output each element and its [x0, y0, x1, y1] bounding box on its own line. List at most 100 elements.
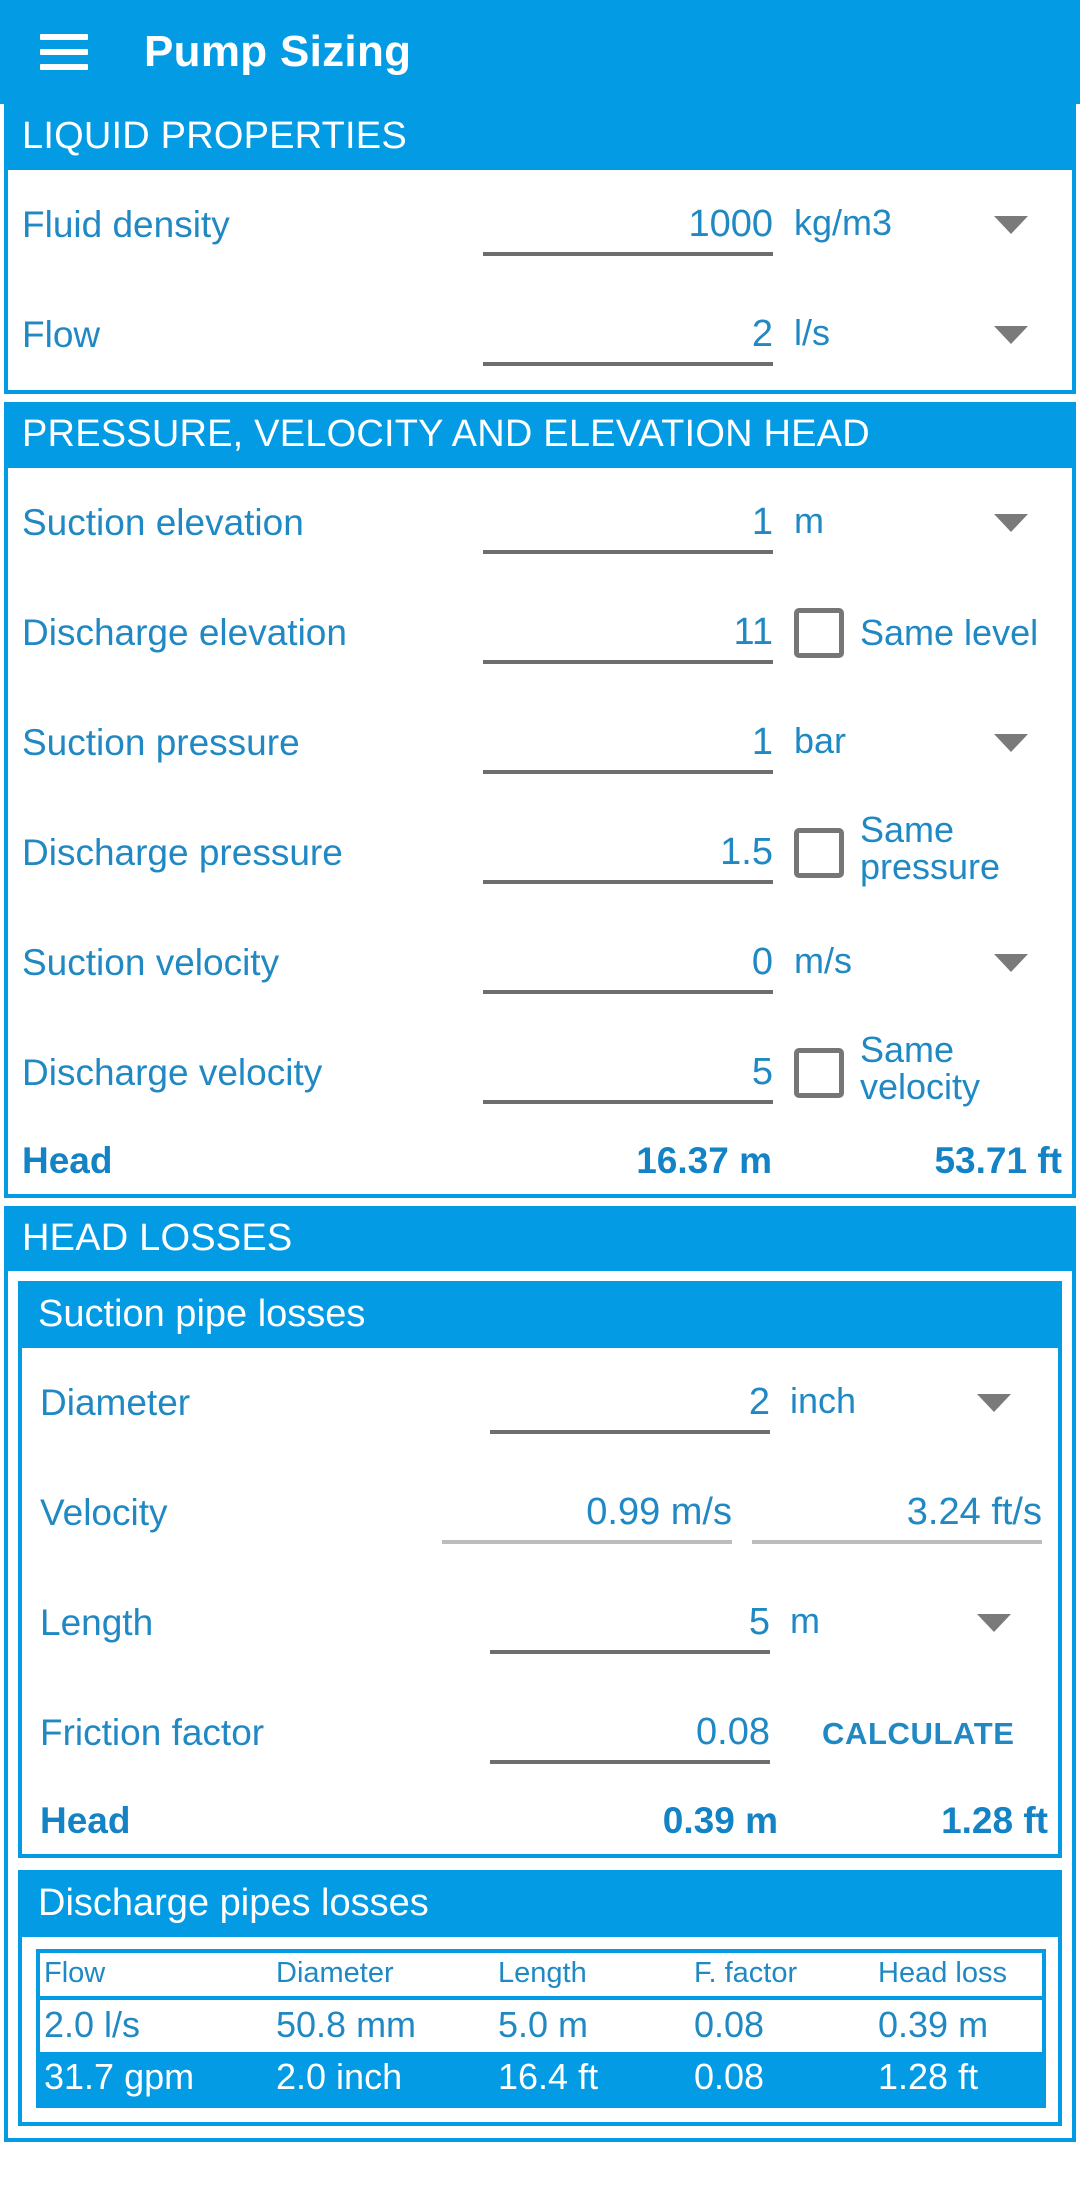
- table-row[interactable]: 2.0 l/s 50.8 mm 5.0 m 0.08 0.39 m: [40, 1998, 1042, 2052]
- row-suction-pressure: Suction pressure 1 bar: [8, 688, 1072, 798]
- row-suction-friction-factor: Friction factor 0.08 CALCULATE: [22, 1678, 1058, 1788]
- discharge-velocity-field[interactable]: 5: [483, 1018, 773, 1128]
- head-label: Head: [22, 1139, 113, 1181]
- pressure-velocity-elevation-card: PRESSURE, VELOCITY AND ELEVATION HEAD Su…: [4, 401, 1076, 1198]
- input-underline: [483, 769, 773, 774]
- row-discharge-pressure: Discharge pressure 1.5 Same pressure: [8, 798, 1072, 908]
- same-pressure-label: Same pressure: [860, 809, 1001, 887]
- suction-elevation-field[interactable]: 1: [483, 468, 773, 578]
- diameter-value[interactable]: 2: [749, 1381, 770, 1424]
- flow-value[interactable]: 2: [752, 313, 773, 356]
- suction-elevation-label: Suction elevation: [22, 501, 304, 543]
- discharge-pressure-field[interactable]: 1.5: [483, 798, 773, 908]
- table-header-row: Flow Diameter Length F. factor Head loss: [40, 1953, 1042, 2001]
- discharge-velocity-value[interactable]: 5: [752, 1051, 773, 1094]
- suction-elevation-value[interactable]: 1: [752, 501, 773, 544]
- discharge-elevation-field[interactable]: 11: [483, 578, 773, 688]
- length-field[interactable]: 5: [490, 1568, 770, 1678]
- liquid-properties-header: LIQUID PROPERTIES: [8, 108, 1072, 170]
- row-discharge-velocity: Discharge velocity 5 Same velocity: [8, 1018, 1072, 1128]
- row-suction-elevation: Suction elevation 1 m: [8, 468, 1072, 578]
- hamburger-line: [40, 49, 88, 55]
- table-row[interactable]: 31.7 gpm 2.0 inch 16.4 ft 0.08 1.28 ft: [40, 2052, 1042, 2105]
- length-value[interactable]: 5: [749, 1601, 770, 1644]
- chevron-down-icon[interactable]: [994, 513, 1028, 532]
- input-underline: [490, 1430, 770, 1435]
- app-bar: Pump Sizing: [0, 0, 1080, 104]
- chevron-down-icon[interactable]: [977, 1394, 1011, 1413]
- calculate-button[interactable]: CALCULATE: [822, 1716, 1015, 1752]
- suction-pipe-losses-header: Suction pipe losses: [22, 1285, 1058, 1349]
- row-suction-diameter: Diameter 2 inch: [22, 1348, 1058, 1458]
- col-diameter: Diameter: [272, 1953, 494, 2001]
- diameter-label: Diameter: [40, 1382, 191, 1424]
- liquid-properties-card: LIQUID PROPERTIES Fluid density 1000 kg/…: [4, 104, 1076, 394]
- suction-velocity-field[interactable]: 0: [483, 908, 773, 1018]
- cell-head-loss: 1.28 ft: [874, 2052, 1042, 2105]
- liquid-properties-body: Fluid density 1000 kg/m3 Flow 2 l/s: [8, 169, 1072, 390]
- chevron-down-icon[interactable]: [994, 953, 1028, 972]
- cell-f-factor: 0.08: [690, 2052, 874, 2105]
- row-suction-velocity: Suction velocity 0 m/s: [8, 908, 1072, 1018]
- suction-pressure-field[interactable]: 1: [483, 688, 773, 798]
- discharge-pressure-value[interactable]: 1.5: [720, 831, 773, 874]
- input-underline: [483, 1099, 773, 1104]
- same-level-checkbox[interactable]: [794, 607, 844, 658]
- cell-head-loss: 0.39 m: [878, 2004, 989, 2046]
- velocity-metric-value: 0.99 m/s: [586, 1491, 732, 1534]
- input-underline: [483, 989, 773, 994]
- same-velocity-checkbox[interactable]: [794, 1047, 844, 1098]
- row-flow: Flow 2 l/s: [8, 280, 1072, 390]
- input-underline: [483, 549, 773, 554]
- discharge-losses-table: Flow Diameter Length F. factor Head loss…: [40, 1953, 1042, 2105]
- discharge-pressure-label: Discharge pressure: [22, 831, 343, 873]
- suction-head-imperial-value: 1.28 ft: [941, 1800, 1048, 1842]
- discharge-pipes-losses-card: Discharge pipes losses Flow Diameter Len…: [18, 1870, 1062, 2127]
- suction-pressure-value[interactable]: 1: [752, 721, 773, 764]
- fluid-density-unit: kg/m3: [794, 201, 893, 243]
- velocity-metric-field: 0.99 m/s: [442, 1458, 732, 1568]
- suction-velocity-value[interactable]: 0: [752, 941, 773, 984]
- input-underline: [483, 251, 773, 256]
- hamburger-menu-icon[interactable]: [40, 34, 88, 70]
- row-suction-velocity-readout: Velocity 0.99 m/s 3.24 ft/s: [22, 1458, 1058, 1568]
- suction-head-metric-value: 0.39 m: [662, 1800, 778, 1842]
- chevron-down-icon[interactable]: [977, 1614, 1011, 1633]
- suction-pipe-losses-card: Suction pipe losses Diameter 2 inch Velo…: [18, 1281, 1062, 1859]
- cell-length: 5.0 m: [498, 2004, 589, 2046]
- same-velocity-label: Same velocity: [860, 1029, 981, 1107]
- col-head-loss: Head loss: [874, 1953, 1042, 2001]
- row-discharge-elevation: Discharge elevation 11 Same level: [8, 578, 1072, 688]
- diameter-field[interactable]: 2: [490, 1348, 770, 1458]
- friction-factor-label: Friction factor: [40, 1712, 265, 1754]
- diameter-unit: inch: [790, 1380, 857, 1422]
- flow-field[interactable]: 2: [483, 280, 773, 390]
- hamburger-line: [40, 64, 88, 70]
- head-losses-card: HEAD LOSSES Suction pipe losses Diameter…: [4, 1205, 1076, 2143]
- friction-factor-field[interactable]: 0.08: [490, 1678, 770, 1788]
- row-suction-length: Length 5 m: [22, 1568, 1058, 1678]
- chevron-down-icon[interactable]: [994, 215, 1028, 234]
- cell-flow: 31.7 gpm: [40, 2052, 272, 2105]
- chevron-down-icon[interactable]: [994, 733, 1028, 752]
- discharge-elevation-value[interactable]: 11: [734, 611, 773, 654]
- suction-head-summary: Head 0.39 m 1.28 ft: [22, 1788, 1058, 1854]
- same-pressure-checkbox[interactable]: [794, 827, 844, 878]
- row-fluid-density: Fluid density 1000 kg/m3: [8, 170, 1072, 280]
- fluid-density-label: Fluid density: [22, 203, 230, 245]
- discharge-pipes-losses-header: Discharge pipes losses: [22, 1874, 1058, 1938]
- discharge-velocity-label: Discharge velocity: [22, 1051, 323, 1093]
- input-underline: [483, 879, 773, 884]
- velocity-label: Velocity: [40, 1492, 168, 1534]
- head-imperial-value: 53.71 ft: [934, 1139, 1062, 1181]
- friction-factor-value[interactable]: 0.08: [696, 1711, 770, 1754]
- chevron-down-icon[interactable]: [994, 325, 1028, 344]
- cell-diameter: 50.8 mm: [276, 2004, 417, 2046]
- fluid-density-value[interactable]: 1000: [688, 203, 773, 246]
- same-level-label: Same level: [860, 611, 1039, 653]
- fluid-density-field[interactable]: 1000: [483, 170, 773, 280]
- input-underline: [483, 361, 773, 366]
- head-metric-value: 16.37 m: [636, 1139, 772, 1181]
- suction-pressure-unit: bar: [794, 719, 847, 761]
- flow-unit: l/s: [794, 311, 830, 353]
